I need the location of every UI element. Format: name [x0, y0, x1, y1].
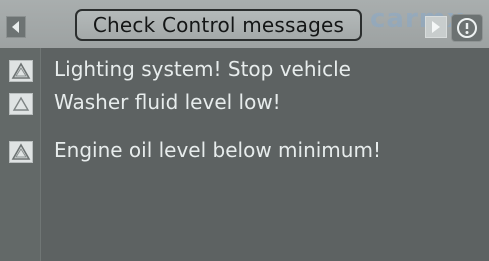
arrow-left-icon	[12, 21, 19, 33]
message-text: Washer fluid level low!	[54, 90, 281, 114]
check-control-screen: Check Control messages carmx Lighting sy…	[0, 0, 489, 261]
message-text: Lighting system! Stop vehicle	[54, 57, 351, 81]
title-tab[interactable]: Check Control messages	[75, 9, 362, 41]
message-list: Lighting system! Stop vehicle Washer flu…	[9, 48, 489, 261]
message-item[interactable]: Washer fluid level low!	[9, 89, 461, 119]
message-item[interactable]: Lighting system! Stop vehicle	[9, 56, 461, 86]
scroll-right-button[interactable]	[425, 16, 447, 38]
header-bar: Check Control messages carmx	[0, 0, 489, 48]
page-title: Check Control messages	[92, 13, 345, 37]
scroll-left-button[interactable]	[6, 16, 26, 38]
info-icon	[457, 18, 477, 38]
message-text: Engine oil level below minimum!	[54, 138, 381, 162]
message-item[interactable]: Engine oil level below minimum!	[9, 137, 461, 167]
warning-triangle-icon	[9, 141, 33, 163]
warning-triangle-icon	[9, 93, 33, 115]
arrow-right-icon	[432, 21, 440, 33]
warning-triangle-icon	[9, 60, 33, 82]
info-button[interactable]	[451, 14, 483, 42]
